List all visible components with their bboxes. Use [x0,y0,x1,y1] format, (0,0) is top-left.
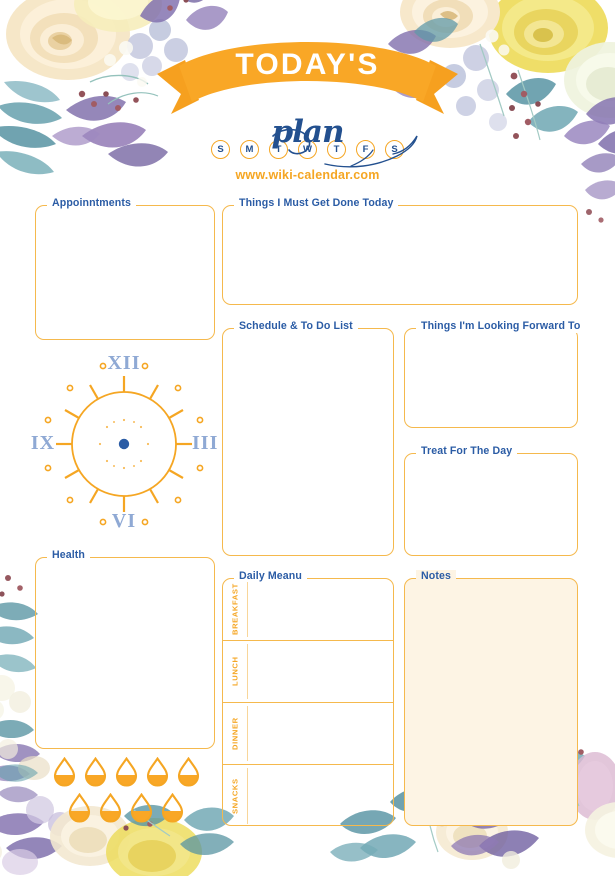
appointments-box[interactable]: Appoinntments [35,197,215,340]
clock-numeral-vi: VI [111,510,137,532]
planner-page: TODAY'S plan S M T W T F S www.wiki-cale… [0,0,615,876]
menu-row-label-snacks: SNACKS [230,778,240,814]
menu-row-divider [247,706,249,761]
title-banner: TODAY'S plan [155,38,460,168]
health-box[interactable]: Health [35,549,215,749]
menu-row-label-dinner: DINNER [230,717,240,750]
schedule-label: Schedule & To Do List [234,320,358,333]
daily-menu-rows: BREAKFAST LUNCH DINNER SNACKS [223,579,393,825]
notes-label: Notes [416,570,456,583]
menu-row-lunch[interactable]: LUNCH [223,641,393,703]
clock-illustration: XII VI III IX [28,348,220,540]
menu-row-label-lunch: LUNCH [230,656,240,687]
water-drop-row-2 [68,793,184,823]
water-drop-icon[interactable] [146,757,169,787]
script-plan-text: plan [271,114,344,150]
appointments-label: Appoinntments [47,197,136,210]
must-do-label: Things I Must Get Done Today [234,197,399,210]
water-drop-icon[interactable] [130,793,153,823]
clock-numeral-iii: III [192,432,219,454]
water-drop-icon[interactable] [68,793,91,823]
menu-row-label-breakfast: BREAKFAST [230,583,240,636]
water-drop-icon[interactable] [115,757,138,787]
clock-numeral-ix: IX [30,432,56,454]
health-label: Health [47,549,90,562]
menu-row-snacks[interactable]: SNACKS [223,765,393,827]
menu-row-divider [247,582,249,637]
must-do-box[interactable]: Things I Must Get Done Today [222,197,578,305]
treat-box[interactable]: Treat For The Day [404,445,578,556]
water-drop-icon[interactable] [99,793,122,823]
page-header: TODAY'S plan S M T W T F S www.wiki-cale… [0,0,615,195]
menu-row-divider [247,644,249,699]
notes-box[interactable]: Notes [404,570,578,826]
water-drop-icon[interactable] [84,757,107,787]
looking-forward-box[interactable]: Things I'm Looking Forward To [404,320,586,428]
clock-numeral-xii: XII [107,352,141,374]
water-intake-tracker[interactable] [45,757,210,827]
menu-row-divider [247,768,249,824]
daily-menu-box[interactable]: Daily Meanu BREAKFAST LUNCH DINNER SNACK… [222,570,394,826]
website-url: www.wiki-calendar.com [235,168,380,182]
clock-center-dot [118,438,130,450]
water-drop-icon[interactable] [177,757,200,787]
menu-row-dinner[interactable]: DINNER [223,703,393,765]
water-drop-icon[interactable] [53,757,76,787]
menu-row-breakfast[interactable]: BREAKFAST [223,579,393,641]
water-drop-icon[interactable] [161,793,184,823]
schedule-box[interactable]: Schedule & To Do List [222,320,394,556]
water-drop-row-1 [53,757,200,787]
treat-label: Treat For The Day [416,445,518,458]
banner-title-text: TODAY'S [235,48,380,81]
looking-forward-label: Things I'm Looking Forward To [416,320,586,333]
